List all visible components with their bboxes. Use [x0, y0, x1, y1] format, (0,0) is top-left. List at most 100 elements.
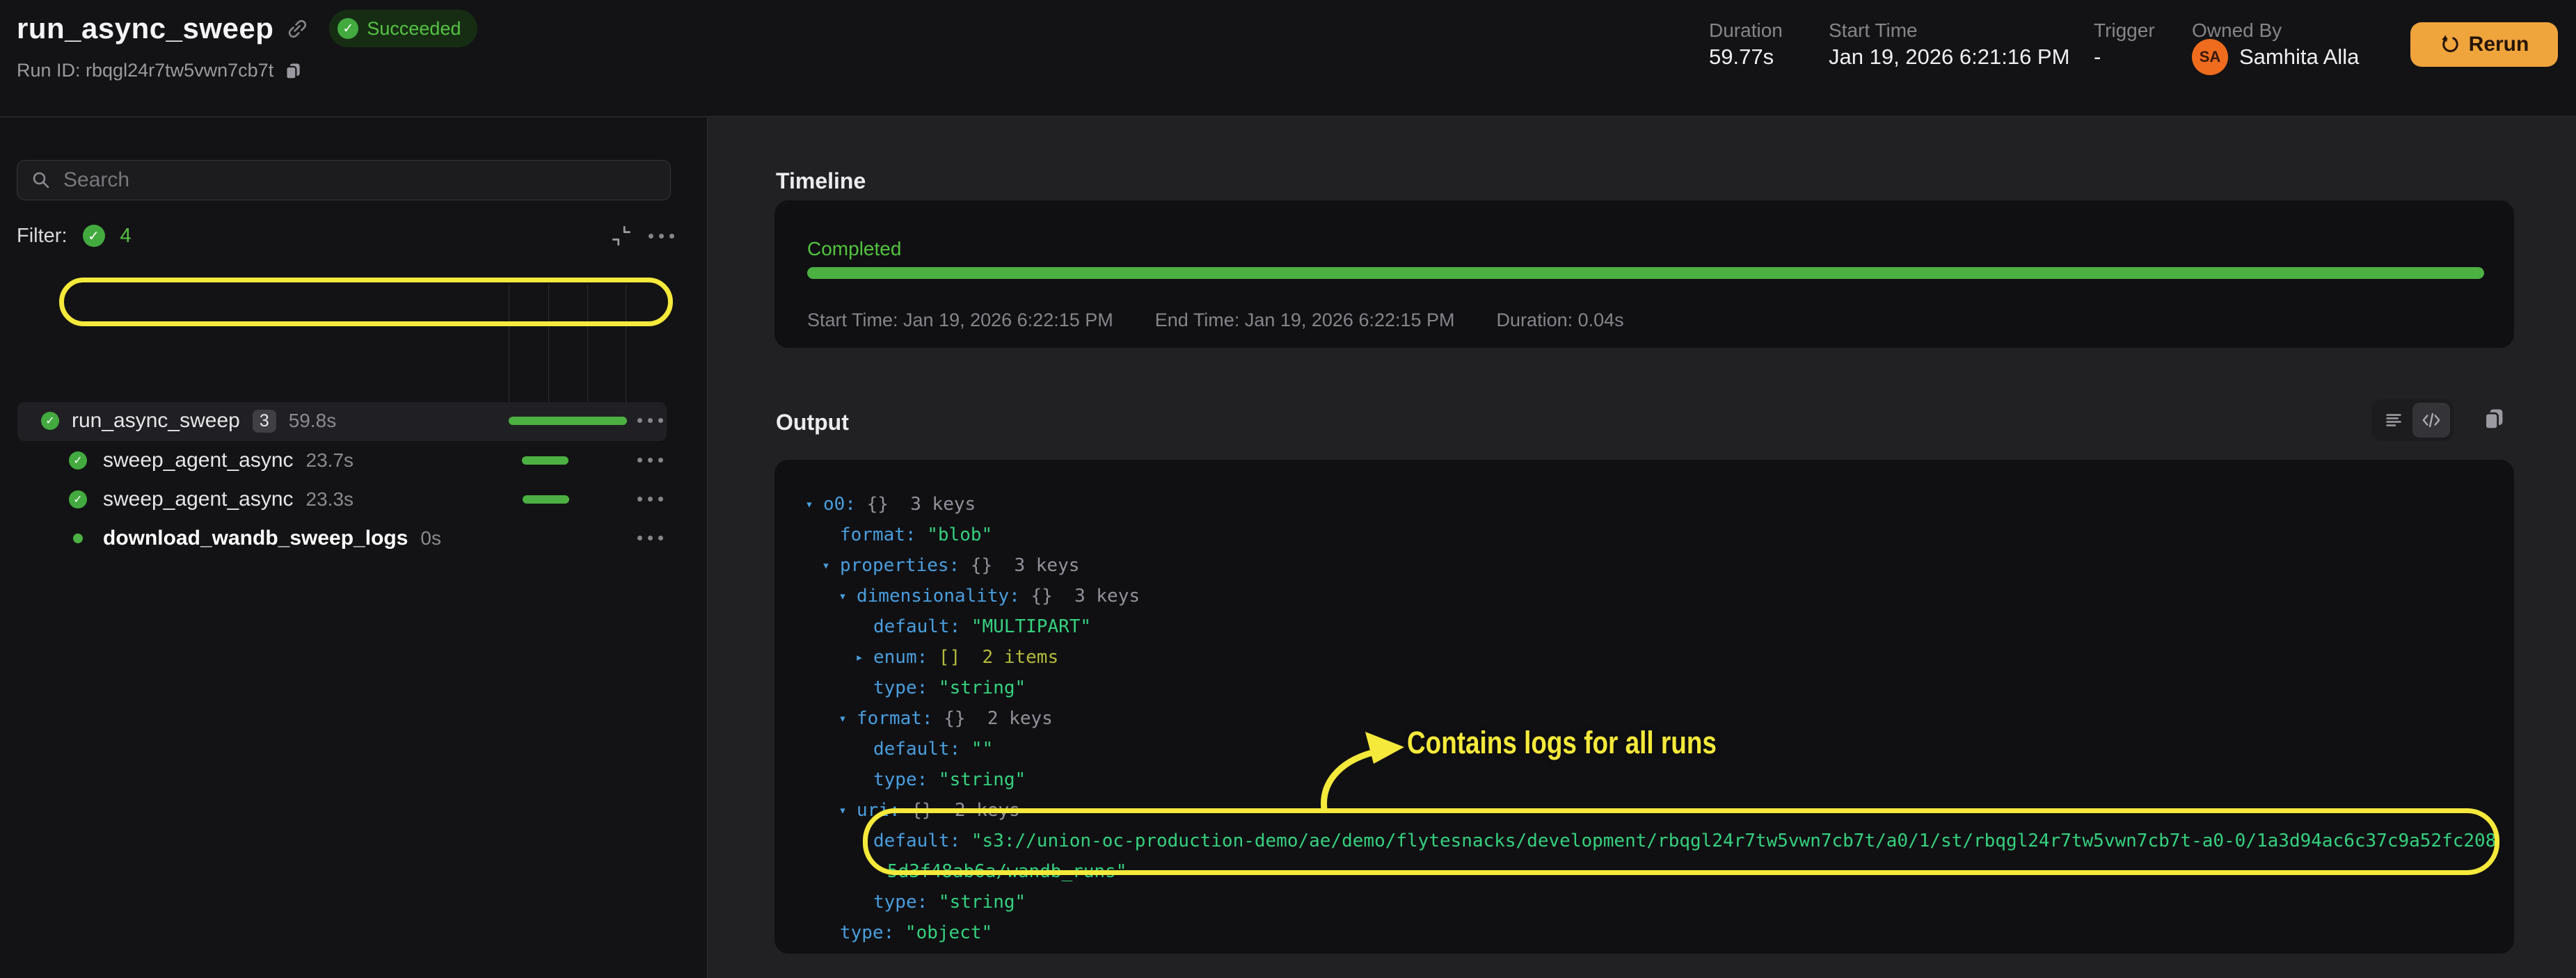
json-collection-meta: 3 keys [1063, 586, 1140, 607]
json-row-default: default: "s3://union-oc-production-demo/… [800, 826, 2497, 887]
gantt-bar [522, 456, 569, 465]
collapse-node-icon[interactable]: ▾ [817, 550, 835, 581]
status-badge-label: Succeeded [367, 18, 461, 40]
running-dot-icon [73, 534, 83, 543]
json-key: dimensionality: [857, 586, 1031, 607]
tree-row-download_wandb_sweep_logs[interactable]: download_wandb_sweep_logs 0s [0, 519, 708, 558]
owner-name: Samhita Alla [2239, 45, 2359, 70]
json-value: "blob" [927, 524, 992, 545]
filter-status-chip[interactable]: ✓ [83, 225, 105, 247]
run-id-row: Run ID: rbqgl24r7tw5vwn7cb7t [17, 60, 303, 81]
tree-row-content: sweep_agent_async23.3s [103, 480, 353, 519]
callout-text: Contains logs for all runs [1407, 725, 1717, 761]
search-box[interactable] [17, 160, 671, 200]
run-id: Run ID: rbqgl24r7tw5vwn7cb7t [17, 60, 273, 81]
json-key: default: [873, 831, 971, 851]
tree-node-duration: 0s [420, 527, 441, 550]
meta-label: Start Time [1829, 19, 1918, 42]
sidebar: Filter: ✓ 4 ✓ run_async_sweep 3 59.8s ✓ sweep… [0, 118, 708, 978]
tree-row-more-icon[interactable] [637, 418, 663, 423]
filter-row: Filter: ✓ 4 [17, 221, 674, 251]
gantt-gridline [587, 284, 588, 403]
tree-node-duration: 59.8s [289, 410, 337, 432]
meta-label: Trigger [2094, 19, 2155, 42]
tree-row-more-icon[interactable] [637, 536, 663, 540]
json-row-properties: ▾properties: {} 3 keys [800, 550, 2497, 581]
output-json-tree: ▾o0: {} 3 keysformat: "blob"▾properties:… [774, 460, 2514, 948]
json-key: type: [840, 922, 905, 943]
tree-node-count-badge: 3 [253, 410, 276, 433]
collapse-node-icon[interactable]: ▾ [834, 703, 852, 734]
gantt-bar [509, 417, 627, 425]
json-row-type: type: "object" [800, 917, 2497, 948]
json-collection-glyph: {} [911, 800, 944, 821]
copy-link-icon[interactable] [286, 17, 308, 40]
tree-row-sweep_agent_async[interactable]: ✓ sweep_agent_async23.3s [0, 480, 708, 519]
collapse-node-icon[interactable]: ▾ [834, 581, 852, 611]
json-collection-glyph: {} [1031, 586, 1063, 607]
json-collection-glyph: {} [944, 708, 976, 729]
tree-row-more-icon[interactable] [637, 497, 663, 502]
ellipsis-icon [637, 497, 663, 502]
tree-node-label: download_wandb_sweep_logs [103, 527, 408, 550]
json-row-format: format: "blob" [800, 520, 2497, 550]
json-key: format: [840, 524, 927, 545]
copy-output-icon[interactable] [2481, 406, 2506, 431]
tree-row-run_async_sweep[interactable]: ✓run_async_sweep359.8s [0, 401, 708, 440]
json-value: "string" [939, 678, 1026, 698]
json-row-o0: ▾o0: {} 3 keys [800, 489, 2497, 520]
tree-row-content: sweep_agent_async 23.7s [103, 441, 353, 480]
json-key: type: [873, 769, 939, 790]
tree-row-sweep_agent_async[interactable]: ✓sweep_agent_async23.7s [0, 441, 708, 480]
code-view-icon[interactable] [2412, 403, 2450, 438]
rerun-button[interactable]: Rerun [2410, 22, 2558, 67]
ellipsis-icon [637, 418, 663, 423]
timeline-end-time: End Time: Jan 19, 2026 6:22:15 PM [1155, 310, 1455, 331]
json-key: format: [857, 708, 944, 729]
tree-node-label: sweep_agent_async [103, 488, 294, 511]
status-badge: ✓ Succeeded [329, 10, 477, 47]
collapse-node-icon[interactable]: ▾ [834, 795, 852, 826]
copy-run-id-icon[interactable] [283, 61, 303, 81]
tree-node-label: run_async_sweep [72, 409, 240, 433]
ellipsis-icon [637, 458, 663, 463]
expand-node-icon[interactable]: ▸ [850, 642, 868, 673]
success-check-icon: ✓ [69, 490, 87, 508]
json-key: type: [873, 678, 939, 698]
collapse-panel-icon[interactable] [610, 224, 633, 248]
success-check-icon: ✓ [337, 18, 358, 39]
collapse-node-icon[interactable]: ▾ [800, 489, 818, 520]
output-heading: Output [776, 410, 849, 435]
json-row-type: type: "string" [800, 887, 2497, 917]
search-icon [30, 169, 52, 191]
avatar: SA [2192, 39, 2228, 75]
output-view-toggle [2371, 399, 2454, 441]
meta-value: - [2094, 45, 2101, 70]
tree-row-more-icon[interactable] [637, 458, 663, 463]
gantt-gridline [548, 284, 549, 403]
sidebar-more-icon[interactable] [649, 234, 674, 239]
json-row-type: type: "string" [800, 764, 2497, 795]
json-row-dimensionality: ▾dimensionality: {} 3 keys [800, 581, 2497, 611]
json-collection-meta: 3 keys [1003, 555, 1080, 576]
json-row-uri: ▾uri: {} 2 keys [800, 795, 2497, 826]
json-value: "string" [939, 769, 1026, 790]
meta-value: 59.77s [1709, 45, 1774, 70]
output-card: ▾o0: {} 3 keysformat: "blob"▾properties:… [774, 460, 2514, 954]
search-input[interactable] [63, 168, 658, 192]
meta-label: Duration [1709, 19, 1783, 42]
main-panel: Timeline Completed Start Time: Jan 19, 2… [708, 118, 2576, 978]
ellipsis-icon [637, 536, 663, 540]
list-view-icon[interactable] [2375, 403, 2412, 438]
json-row-default: default: "MULTIPART" [800, 611, 2497, 642]
json-collection-meta: 3 keys [900, 494, 976, 515]
json-key: default: [873, 616, 971, 637]
json-key: enum: [873, 647, 939, 668]
tree-node-label: sweep_agent_async [103, 449, 294, 472]
rerun-icon [2440, 34, 2460, 55]
tree-node-duration: 23.7s [306, 449, 354, 472]
title-row: run_async_sweep ✓ Succeeded [17, 10, 477, 47]
json-collection-glyph: [] [939, 647, 971, 668]
json-key: properties: [840, 555, 971, 576]
json-collection-meta: 2 keys [944, 800, 1020, 821]
